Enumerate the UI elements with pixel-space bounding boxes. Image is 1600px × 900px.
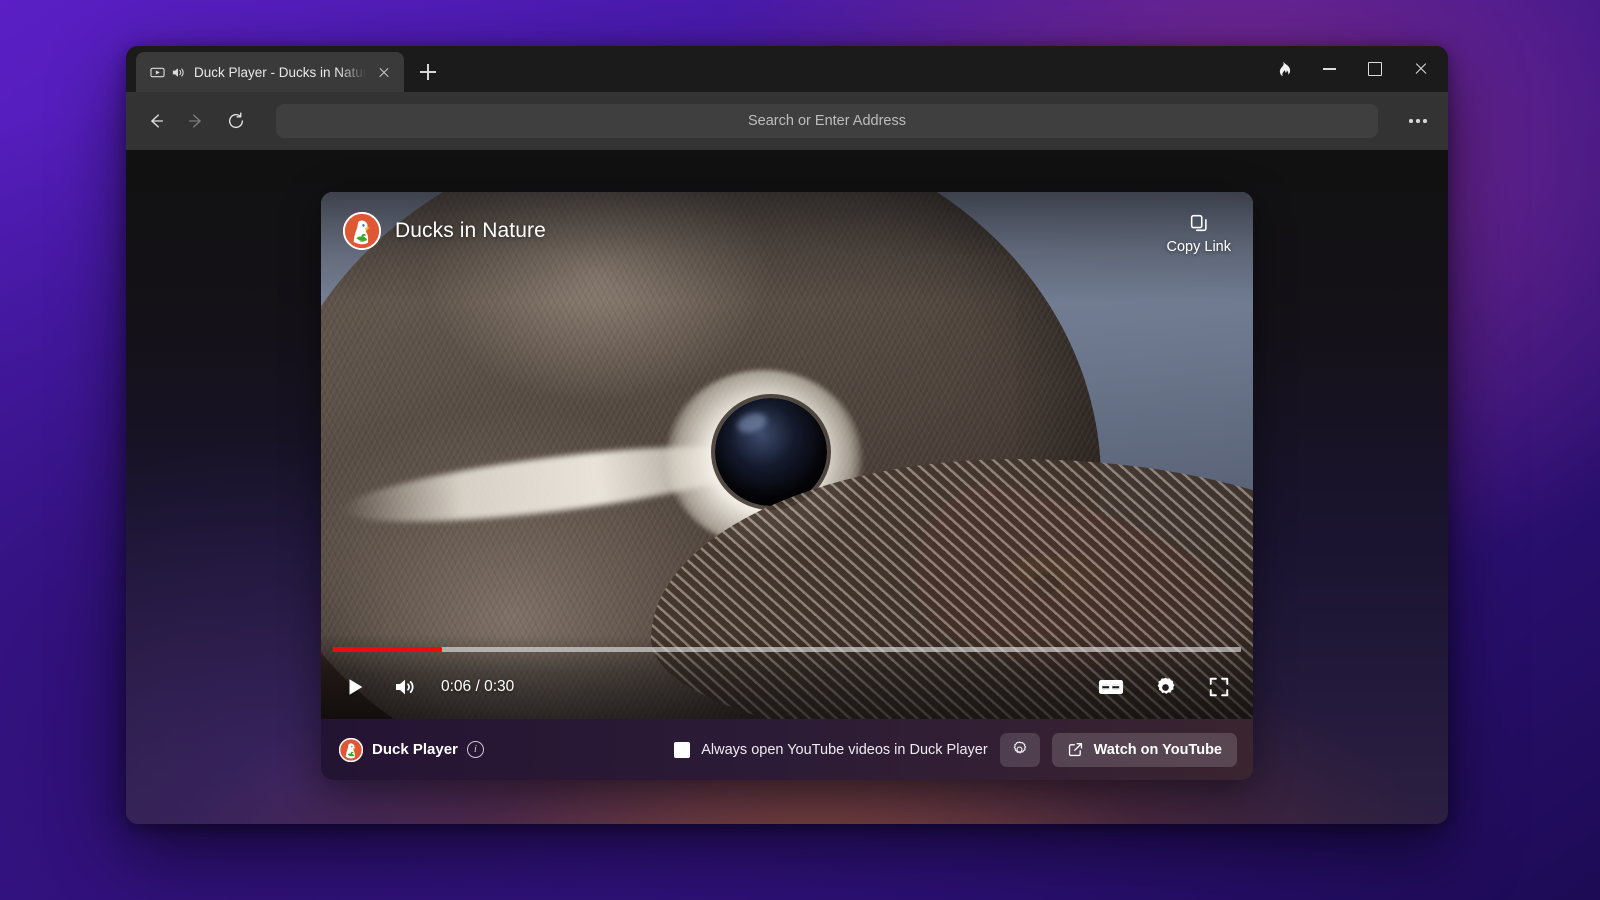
play-icon[interactable]: [335, 667, 375, 707]
gear-icon: [1010, 740, 1029, 759]
duck-player-brand-name: Duck Player: [372, 741, 458, 758]
video-controls: 0:06 / 0:30: [321, 635, 1253, 719]
copy-icon: [1188, 212, 1210, 234]
video-settings-gear-icon[interactable]: [1145, 667, 1185, 707]
tab-close-icon[interactable]: [374, 62, 394, 82]
duckduckgo-logo-icon: [343, 212, 381, 250]
watch-on-youtube-button[interactable]: Watch on YouTube: [1051, 732, 1237, 767]
time-display: 0:06 / 0:30: [441, 678, 515, 695]
browser-tab[interactable]: Duck Player - Ducks in Nature: [136, 52, 404, 92]
tab-title: Duck Player - Ducks in Nature: [194, 64, 366, 80]
more-options-icon[interactable]: [1400, 103, 1436, 139]
always-open-label: Always open YouTube videos in Duck Playe…: [701, 741, 988, 758]
progress-played: [333, 647, 442, 652]
new-tab-button[interactable]: [412, 56, 444, 88]
fullscreen-icon[interactable]: [1199, 667, 1239, 707]
close-window-icon[interactable]: [1398, 46, 1444, 92]
watch-on-youtube-label: Watch on YouTube: [1093, 741, 1222, 758]
fire-button-icon[interactable]: [1260, 46, 1306, 92]
info-icon[interactable]: i: [466, 741, 484, 758]
duckduckgo-logo-icon: [339, 737, 363, 762]
maximize-icon[interactable]: [1352, 46, 1398, 92]
always-open-setting[interactable]: Always open YouTube videos in Duck Playe…: [674, 741, 988, 758]
tab-strip: Duck Player - Ducks in Nature: [126, 46, 1448, 92]
video-title: Ducks in Nature: [395, 219, 546, 242]
address-placeholder: Search or Enter Address: [748, 113, 906, 129]
duck-player-card: Ducks in Nature Copy Link 0:06 / 0:30 Du…: [321, 192, 1253, 780]
duck-player-bottom-bar: Duck Player i Always open YouTube videos…: [321, 719, 1253, 780]
external-link-icon: [1067, 741, 1084, 758]
video-top-overlay: Ducks in Nature Copy Link: [321, 192, 1253, 302]
browser-window: Duck Player - Ducks in Nature Search or …: [126, 46, 1448, 824]
closed-captions-icon[interactable]: [1091, 667, 1131, 707]
page-content: Ducks in Nature Copy Link 0:06 / 0:30 Du…: [126, 150, 1448, 824]
copy-link-label: Copy Link: [1166, 239, 1231, 255]
forward-arrow-icon[interactable]: [178, 103, 214, 139]
copy-link-button[interactable]: Copy Link: [1167, 212, 1231, 255]
tab-icon-group: [150, 65, 186, 80]
video-title-group: Ducks in Nature: [343, 212, 546, 250]
browser-toolbar: Search or Enter Address: [126, 92, 1448, 150]
always-open-checkbox[interactable]: [674, 741, 691, 758]
minimize-icon[interactable]: [1306, 46, 1352, 92]
address-bar[interactable]: Search or Enter Address: [276, 104, 1378, 138]
speaker-playing-icon[interactable]: [171, 65, 186, 80]
progress-bar[interactable]: [333, 647, 1241, 652]
back-arrow-icon[interactable]: [138, 103, 174, 139]
controls-right-group: [1091, 667, 1239, 707]
window-controls: [1260, 46, 1448, 92]
volume-on-icon[interactable]: [385, 667, 425, 707]
duck-player-brand: Duck Player i: [339, 737, 484, 762]
duck-player-settings-button[interactable]: [999, 732, 1040, 767]
reload-icon[interactable]: [218, 103, 254, 139]
video-play-icon: [150, 65, 165, 80]
bottom-bar-right-group: Always open YouTube videos in Duck Playe…: [674, 732, 1237, 767]
video-surface[interactable]: Ducks in Nature Copy Link 0:06 / 0:30: [321, 192, 1253, 719]
controls-row: 0:06 / 0:30: [335, 665, 1239, 709]
